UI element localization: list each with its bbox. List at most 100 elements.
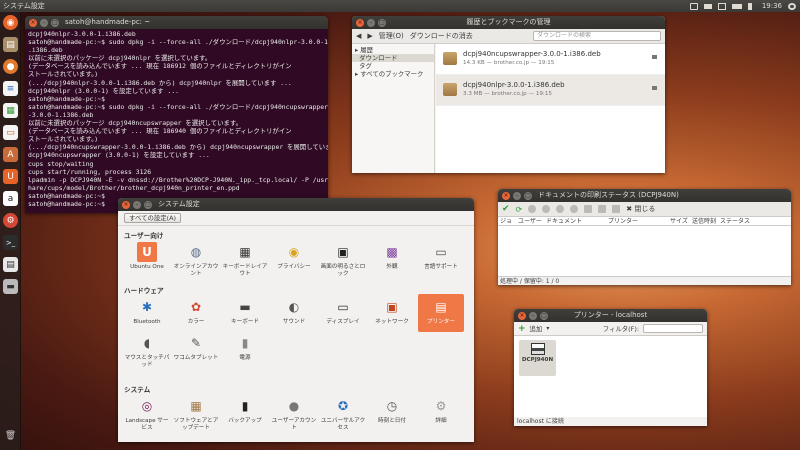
forward-icon[interactable]: ▶	[367, 32, 372, 40]
terminal-icon[interactable]: >_	[3, 235, 18, 250]
settings-item-display[interactable]: ▭ ディスプレイ	[320, 297, 366, 326]
settings-item-printers[interactable]: ▤ プリンター	[418, 294, 464, 332]
all-settings-button[interactable]: すべての設定(A)	[124, 213, 181, 223]
calc-icon[interactable]: ▦	[3, 103, 18, 118]
chevron-down-icon[interactable]: ▾	[546, 325, 549, 332]
sidebar-item-all-bookmarks[interactable]: ▸ すべてのブックマーク	[352, 70, 434, 78]
sidebar-item-downloads[interactable]: ダウンロード	[352, 54, 434, 62]
column-header[interactable]: サイズ	[668, 217, 690, 225]
settings-item-keyboard[interactable]: ▬ キーボード	[222, 297, 268, 326]
mail-icon[interactable]	[717, 2, 726, 10]
system-settings-window[interactable]: × – □ システム設定 すべての設定(A) ユーザー向け U Ubuntu On…	[118, 198, 474, 442]
column-header[interactable]: ユーザー	[516, 217, 544, 225]
add-icon[interactable]: +	[518, 324, 526, 334]
terminal-window[interactable]: × – □ satoh@handmade-pc: ~ dcpj940nlpr-3…	[25, 16, 328, 213]
manage-menu[interactable]: 管理(O)	[379, 31, 404, 41]
list-item[interactable]: dcpj940nlpr-3.0.0-1.i386.deb 3.3 MB — br…	[436, 75, 665, 106]
list-item[interactable]: dcpj940ncupswrapper-3.0.0-1.i386.deb 14.…	[436, 44, 665, 75]
settings-item-time-date[interactable]: ◷ 時刻と日付	[369, 396, 415, 425]
terminal-output[interactable]: dcpj940nlpr-3.0.0-1.i386.deb satoh@handma…	[25, 29, 328, 209]
settings-item-backup[interactable]: ▮ バックアップ	[222, 396, 268, 425]
drive-icon[interactable]: ▬	[3, 279, 18, 294]
software-center-icon[interactable]: A	[3, 147, 18, 162]
close-button[interactable]: ✖ 閉じる	[626, 204, 655, 214]
settings-item-privacy[interactable]: ◉ プライバシー	[271, 242, 317, 271]
minimize-button[interactable]: –	[513, 192, 521, 200]
resume-icon[interactable]	[570, 205, 579, 213]
settings-item-network[interactable]: ▣ ネットワーク	[369, 297, 415, 326]
maximize-button[interactable]: □	[524, 192, 532, 200]
minimize-button[interactable]: –	[40, 19, 48, 27]
minimize-button[interactable]: –	[367, 19, 375, 27]
dash-icon[interactable]: ◉	[3, 15, 18, 30]
clock[interactable]: 19:36	[762, 0, 782, 12]
gear-icon[interactable]	[788, 2, 796, 10]
column-header[interactable]: プリンター	[606, 217, 668, 225]
clear-downloads-button[interactable]: ダウンロードの消去	[410, 31, 473, 41]
column-header[interactable]: ステータス	[718, 217, 758, 225]
sidebar-item-tags[interactable]: タグ	[352, 62, 434, 70]
refresh-icon[interactable]: ⟳	[516, 205, 523, 214]
column-header[interactable]: ジョブ	[498, 217, 516, 234]
files-icon[interactable]: ▤	[3, 37, 18, 52]
trash-icon[interactable]: 🗑	[3, 428, 18, 443]
cancel-job-icon[interactable]	[528, 205, 537, 213]
settings-icon[interactable]: ⚙	[3, 213, 18, 228]
maximize-button[interactable]: □	[51, 19, 59, 27]
battery-icon[interactable]	[731, 3, 742, 9]
close-button[interactable]: ×	[122, 201, 130, 209]
settings-item-sound[interactable]: ◐ サウンド	[271, 297, 317, 326]
settings-item-details[interactable]: ⚙ 詳細	[418, 396, 464, 425]
settings-item-universal-access[interactable]: ✪ ユニバーサルアクセス	[320, 396, 366, 431]
folder-icon[interactable]	[652, 86, 657, 90]
volume-icon[interactable]	[747, 2, 756, 10]
sidebar-item-history[interactable]: ▸ 履歴	[352, 46, 434, 54]
maximize-button[interactable]: □	[540, 312, 548, 320]
network-icon[interactable]	[689, 2, 698, 10]
maximize-button[interactable]: □	[144, 201, 152, 209]
amazon-icon[interactable]: a	[3, 191, 18, 206]
terminal-titlebar[interactable]: × – □ satoh@handmade-pc: ~	[25, 16, 328, 29]
stop-icon[interactable]	[542, 205, 551, 213]
settings-item-online-accounts[interactable]: ◍ オンラインアカウント	[173, 242, 219, 277]
print-status-titlebar[interactable]: × – □ ドキュメントの印刷ステータス (DCPJ940N)	[498, 189, 791, 202]
column-header[interactable]: 送信時刻	[690, 217, 718, 225]
library-titlebar[interactable]: × – □ 履歴とブックマークの管理	[352, 16, 665, 29]
check-icon[interactable]: ✔	[502, 204, 510, 214]
settings-item-appearance[interactable]: ▩ 外観	[369, 242, 415, 271]
close-button[interactable]: ×	[356, 19, 364, 27]
keyboard-icon[interactable]	[703, 3, 712, 9]
settings-item-wacom-tablet[interactable]: ✎ ワコムタブレット	[173, 333, 219, 362]
maximize-button[interactable]: □	[378, 19, 386, 27]
settings-item-landscape[interactable]: ◎ Landscape サービス	[124, 396, 170, 431]
settings-item-bluetooth[interactable]: ✱ Bluetooth	[124, 297, 170, 326]
reprint-icon[interactable]	[584, 205, 593, 213]
printer-icon[interactable]: ▤	[3, 257, 18, 272]
printers-window[interactable]: × – □ プリンター - localhost + 追加 ▾ フィルタ(F): …	[514, 309, 707, 426]
settings-item-software-updates[interactable]: ▦ ソフトウェアとアップデート	[173, 396, 219, 431]
impress-icon[interactable]: ▭	[3, 125, 18, 140]
add-button[interactable]: 追加	[530, 324, 543, 333]
close-button[interactable]: ×	[518, 312, 526, 320]
settings-item-brightness-lock[interactable]: ▣ 画面の明るさとロック	[320, 242, 366, 277]
folder-icon[interactable]	[652, 55, 657, 59]
writer-icon[interactable]: ≡	[3, 81, 18, 96]
info-icon[interactable]	[612, 205, 621, 213]
print-status-window[interactable]: × – □ ドキュメントの印刷ステータス (DCPJ940N) ✔ ⟳ ✖ 閉じ…	[498, 189, 791, 285]
move-job-icon[interactable]	[598, 205, 607, 213]
library-window[interactable]: × – □ 履歴とブックマークの管理 ◀ ▶ 管理(O) ダウンロードの消去 ダ…	[352, 16, 665, 173]
settings-item-color[interactable]: ✿ カラー	[173, 297, 219, 326]
settings-item-power[interactable]: ▮ 電源	[222, 333, 268, 362]
minimize-button[interactable]: –	[529, 312, 537, 320]
ubuntu-one-icon[interactable]: U	[3, 169, 18, 184]
minimize-button[interactable]: –	[133, 201, 141, 209]
settings-item-mouse-touchpad[interactable]: ◖ マウスとタッチパッド	[124, 333, 170, 368]
job-list[interactable]	[498, 226, 791, 276]
settings-titlebar[interactable]: × – □ システム設定	[118, 198, 474, 211]
download-search-input[interactable]: ダウンロードの検索	[533, 31, 661, 41]
firefox-icon[interactable]: ●	[3, 59, 18, 74]
settings-item-language-support[interactable]: ▭ 言語サポート	[418, 242, 464, 271]
settings-item-user-accounts[interactable]: ● ユーザーアカウント	[271, 396, 317, 431]
printer-item[interactable]: DCPJ940N	[519, 340, 556, 376]
close-button[interactable]: ×	[29, 19, 37, 27]
